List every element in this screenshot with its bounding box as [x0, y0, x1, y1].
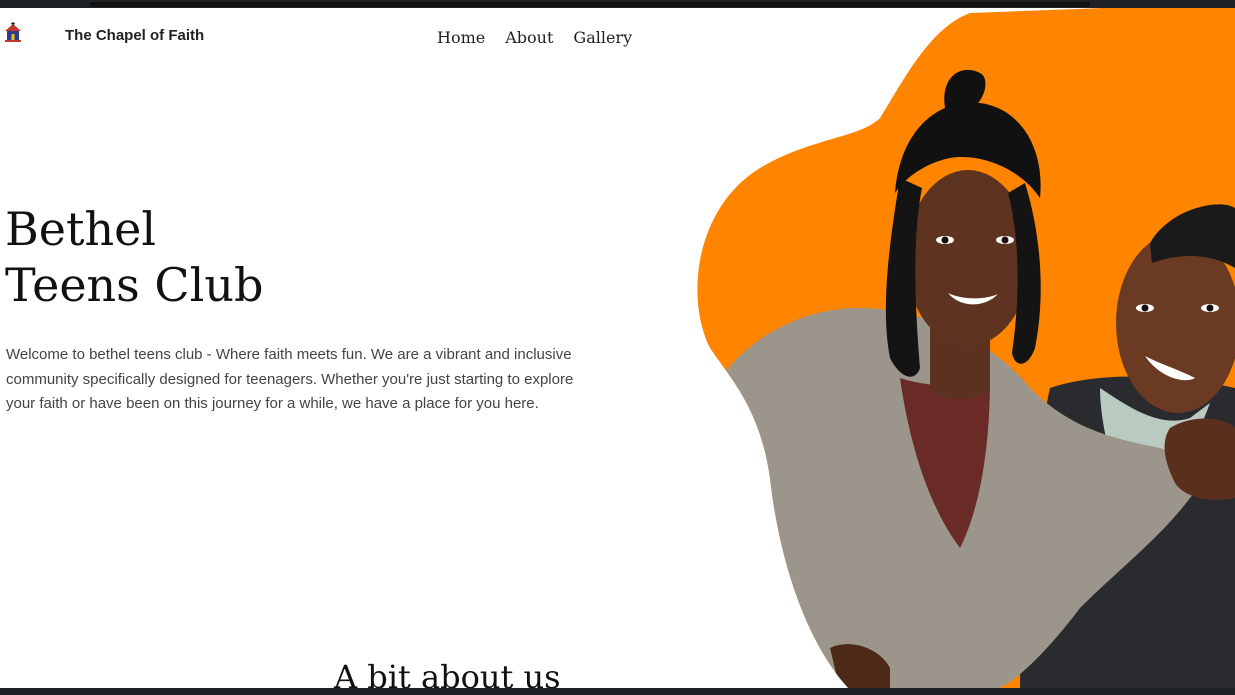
main-nav: Home About Gallery: [437, 28, 632, 47]
browser-bottom-bar: [0, 688, 1235, 695]
browser-address-strip: [90, 2, 1090, 7]
nav-about-link[interactable]: About: [505, 28, 553, 47]
church-logo-icon[interactable]: [2, 22, 24, 44]
nav-home-link[interactable]: Home: [437, 28, 485, 47]
hero-title-line1: Bethel: [5, 202, 157, 256]
hero-title: Bethel Teens Club: [5, 201, 263, 313]
hero-title-line2: Teens Club: [5, 258, 264, 312]
about-section-heading: A bit about us: [334, 658, 561, 690]
site-name[interactable]: The Chapel of Faith: [65, 27, 204, 44]
page: The Chapel of Faith Home About Gallery B…: [0, 8, 1235, 690]
hero-image: [697, 8, 1235, 690]
nav-gallery-link[interactable]: Gallery: [573, 28, 632, 47]
hero-description: Welcome to bethel teens club - Where fai…: [6, 346, 574, 412]
